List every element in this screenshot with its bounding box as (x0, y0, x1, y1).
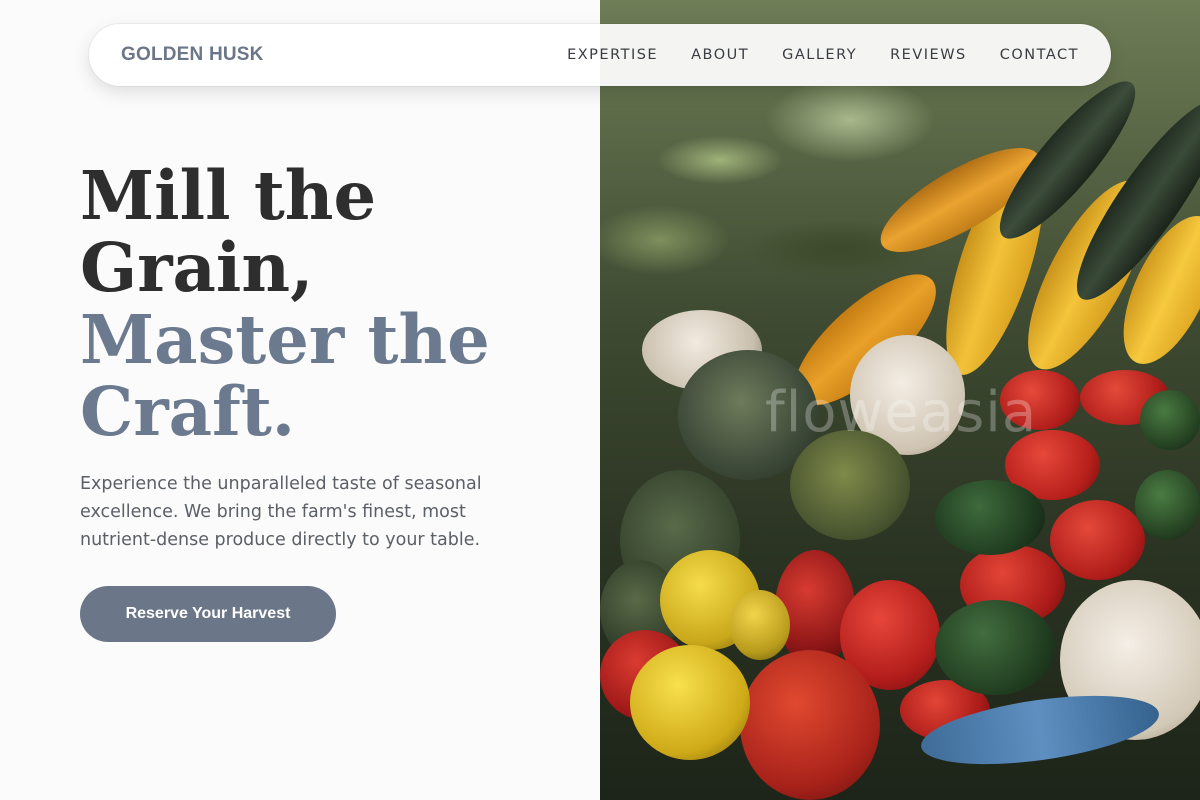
nav-links: EXPERTISE ABOUT GALLERY REVIEWS CONTACT (567, 47, 1079, 63)
nav-link-reviews[interactable]: REVIEWS (890, 47, 967, 63)
broccoli-shape (790, 430, 910, 540)
hero-heading-line: Grain, (80, 228, 314, 307)
hero-heading-accent-line: Master the (80, 300, 490, 379)
nav-link-expertise[interactable]: EXPERTISE (567, 47, 658, 63)
image-watermark: floweasia (765, 380, 1038, 445)
hero-image-vegetables: floweasia (600, 0, 1200, 800)
hero-heading: Mill the Grain, Master the Craft. (80, 160, 580, 448)
reserve-harvest-button[interactable]: Reserve Your Harvest (80, 586, 336, 642)
brand-logo[interactable]: GOLDEN HUSK (121, 44, 264, 66)
nav-link-about[interactable]: ABOUT (691, 47, 749, 63)
hero-description: Experience the unparalleled taste of sea… (80, 474, 482, 550)
pepper-shape (935, 480, 1045, 555)
pepper-shape (630, 645, 750, 760)
pepper-shape (935, 600, 1055, 695)
nav-link-contact[interactable]: CONTACT (1000, 47, 1079, 63)
pepper-shape (740, 650, 880, 800)
top-navigation: GOLDEN HUSK EXPERTISE ABOUT GALLERY REVI… (89, 24, 1111, 86)
pepper-shape (1135, 470, 1200, 540)
hero-heading-accent-line: Craft. (80, 372, 296, 451)
pepper-shape (1050, 500, 1145, 580)
pepper-shape (1140, 390, 1200, 450)
pepper-shape (730, 590, 790, 660)
hero-heading-line: Mill the (80, 156, 377, 235)
nav-link-gallery[interactable]: GALLERY (782, 47, 857, 63)
